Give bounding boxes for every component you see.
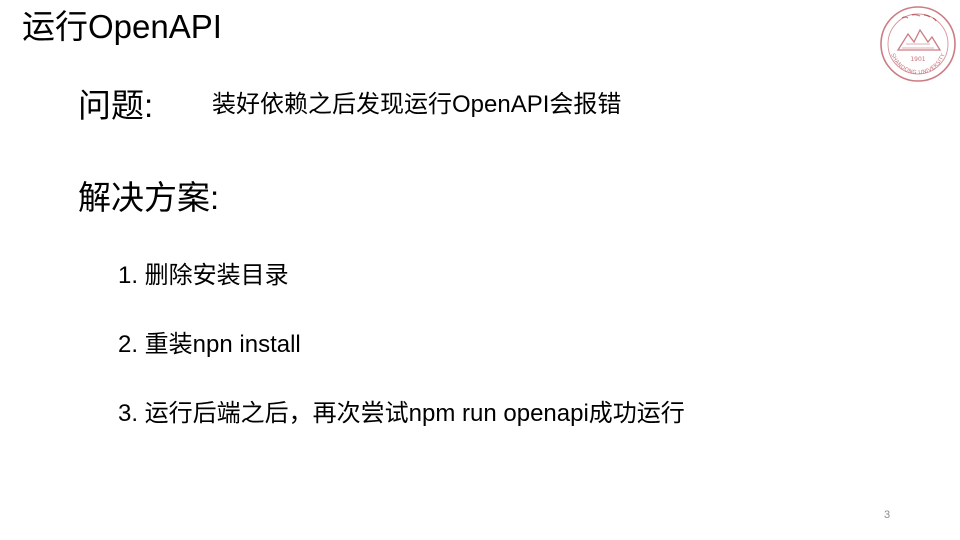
solution-step-1: 1. 删除安装目录 (118, 262, 289, 289)
slide: 运行OpenAPI 1901 SHANDONG UNIVERSITY 问题: 装… (0, 0, 960, 540)
solution-steps: 1. 删除安装目录 2. 重装npn install 3. 运行后端之后，再次尝… (118, 258, 685, 465)
problem-label: 问题: (78, 87, 154, 124)
page-number: 3 (884, 509, 891, 521)
problem-text: 装好依赖之后发现运行OpenAPI会报错 (212, 91, 622, 118)
seal-year: 1901 (910, 56, 925, 63)
solution-step-2: 2. 重装npn install (118, 331, 301, 358)
solution-label: 解决方案: (78, 179, 220, 216)
slide-title: 运行OpenAPI (22, 8, 222, 45)
university-seal-icon: 1901 SHANDONG UNIVERSITY (880, 6, 956, 82)
solution-step-3: 3. 运行后端之后，再次尝试npm run openapi成功运行 (118, 400, 685, 427)
